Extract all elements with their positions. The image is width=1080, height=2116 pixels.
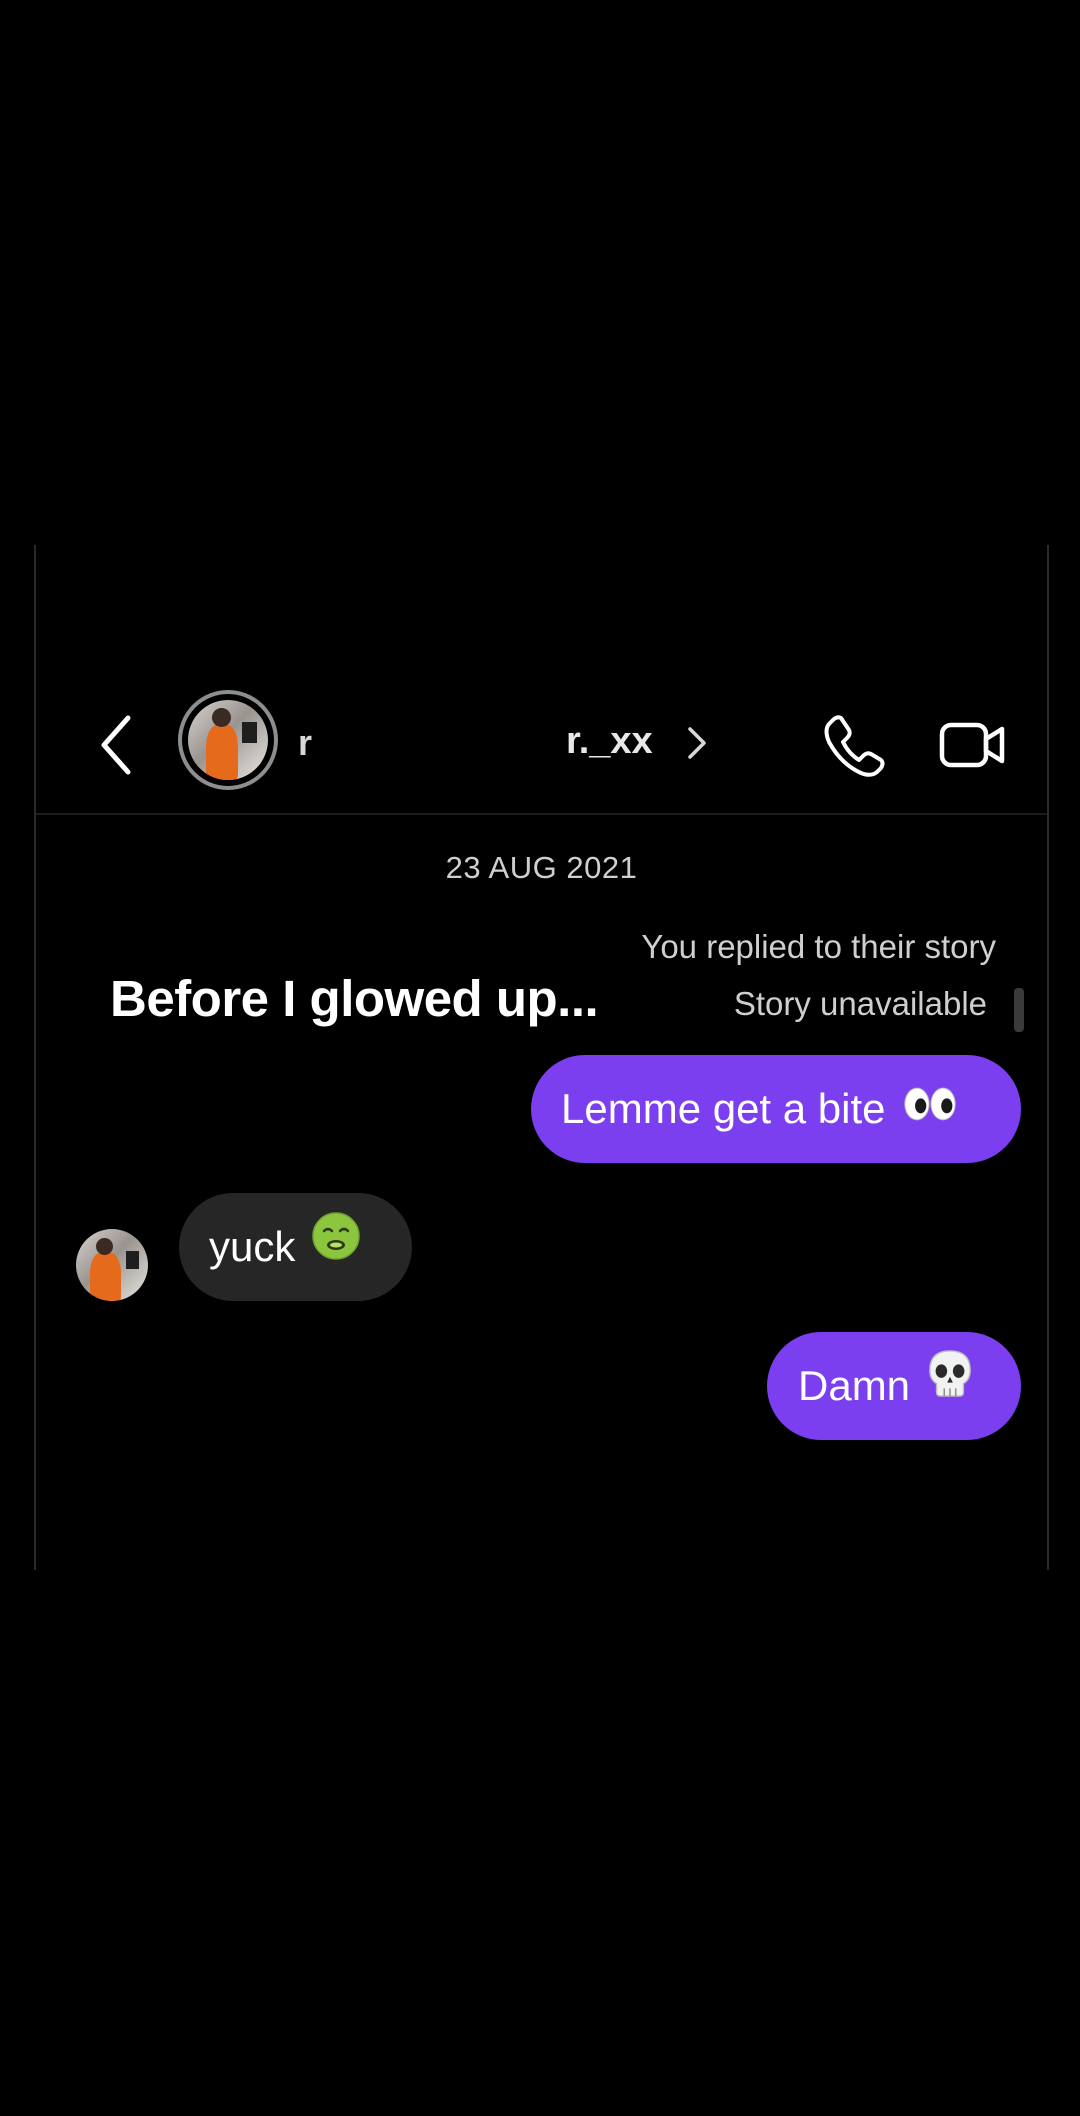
message-bubble-sent[interactable]: Lemme get a bite <box>531 1055 1021 1163</box>
sender-avatar[interactable] <box>76 1229 148 1301</box>
audio-call-button[interactable] <box>819 710 889 780</box>
story-reply-status: You replied to their story <box>641 928 996 965</box>
phone-icon <box>824 715 885 777</box>
display-name[interactable]: r <box>298 722 312 764</box>
chat-window: r r._xx 23 AUG 2021 You replied to their… <box>34 545 1049 1570</box>
chevron-right-icon[interactable] <box>684 723 710 763</box>
skull-emoji-icon <box>926 1332 974 1440</box>
message-bubble-sent[interactable]: Damn <box>767 1332 1021 1440</box>
back-button[interactable] <box>94 710 138 780</box>
date-separator: 23 AUG 2021 <box>445 850 638 885</box>
header-divider <box>36 813 1047 815</box>
profile-avatar[interactable] <box>178 690 278 790</box>
avatar-photo <box>188 700 268 780</box>
video-call-button[interactable] <box>939 715 1007 775</box>
story-unavailable-label: Story unavailable <box>733 985 987 1022</box>
chat-header: r r._xx <box>36 545 1047 815</box>
story-reply-bar <box>1014 988 1024 1032</box>
nauseated-face-emoji-icon <box>311 1193 361 1301</box>
message-bubble-received[interactable]: yuck <box>179 1193 412 1301</box>
username-link[interactable]: r._xx <box>566 720 653 763</box>
story-caption[interactable]: Before I glowed up... <box>110 969 599 1028</box>
message-text: Damn <box>798 1362 911 1409</box>
message-text: yuck <box>209 1223 296 1270</box>
eyes-emoji-icon <box>902 1055 958 1163</box>
chevron-left-icon <box>101 715 131 775</box>
message-text: Lemme get a bite <box>561 1085 886 1132</box>
video-camera-icon <box>939 722 1005 768</box>
